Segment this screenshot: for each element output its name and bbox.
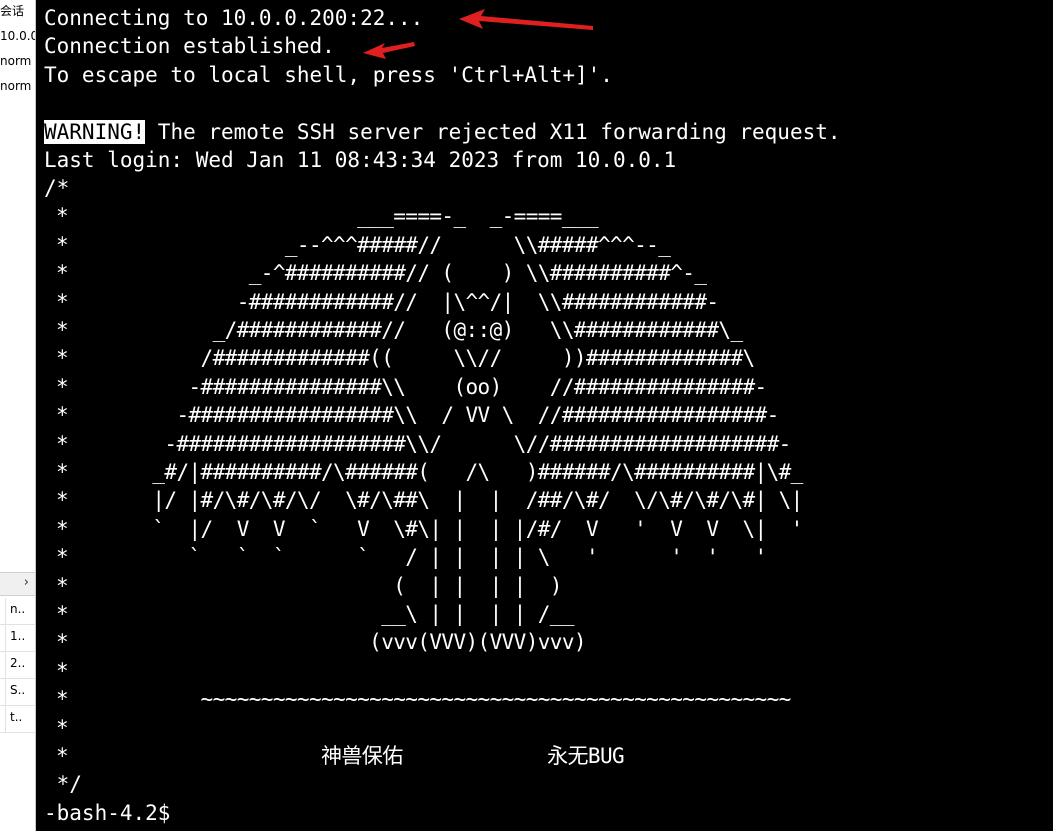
session-sidebar: 会话 10.0.0 norm norm › n.. 1.. 2.. S.. t.… — [0, 0, 36, 831]
ascii-art-line: * — [44, 659, 69, 683]
terminal-line: Connection established. — [44, 34, 335, 58]
session-tree-item[interactable]: 10.0.0 — [0, 25, 35, 50]
terminal-line: Connecting to 10.0.0.200:22... — [44, 6, 424, 30]
list-item[interactable]: n.. — [0, 598, 35, 625]
list-item[interactable]: t.. — [0, 706, 35, 733]
ascii-art-line: * ` ` ` ` / | | | | \ ' ' ' ' — [44, 545, 767, 569]
session-tree-item[interactable]: norm — [0, 50, 35, 75]
sidebar-toolbar: › — [0, 572, 35, 596]
terminal-line: */ — [44, 772, 82, 796]
chevron-right-icon[interactable]: › — [24, 575, 29, 590]
ascii-art-line: * _-^##########// ( ) \\##########^-_ — [44, 261, 707, 285]
ascii-art-line: * -###############\\ (oo) //############… — [44, 375, 767, 399]
list-item[interactable]: S.. — [0, 679, 35, 706]
ascii-art-line: * _/############// (@::@) \\############… — [44, 318, 743, 342]
ascii-art-line: * _#/|##########/\######( /\ )######/\##… — [44, 460, 803, 484]
ascii-art-line: * ~~~~~~~~~~~~~~~~~~~~~~~~~~~~~~~~~~~~~~… — [44, 687, 791, 711]
blessing-line: * 神兽保佑 永无BUG — [44, 744, 625, 768]
terminal-output[interactable]: Connecting to 10.0.0.200:22... Connectio… — [37, 0, 1053, 831]
red-arrow-annotation — [459, 9, 593, 30]
ascii-art-line: * __\ | | | | /__ — [44, 602, 574, 626]
ascii-art-line: * -###################\\/ \//###########… — [44, 432, 791, 456]
arrow-shape — [459, 9, 593, 30]
terminal-line: /* — [44, 176, 70, 200]
ascii-art-line: * ( | | | | ) — [44, 574, 562, 598]
session-tree-item[interactable]: norm — [0, 75, 35, 100]
terminal-line: To escape to local shell, press 'Ctrl+Al… — [44, 63, 613, 87]
ascii-art-line: * |/ |#/\#/\#/\/ \#/\##\ | | /##/\#/ \/\… — [44, 488, 803, 512]
ascii-art-line: * ___====-_ _-====___ — [44, 204, 599, 228]
warning-text: The remote SSH server rejected X11 forwa… — [145, 120, 841, 144]
warning-line: WARNING! The remote SSH server rejected … — [44, 118, 841, 146]
ascii-art-line: * /#############(( \\// ))#############\ — [44, 346, 755, 370]
ascii-art-line: * -############// |\^^/| \\############- — [44, 290, 719, 314]
ascii-art-line: * — [44, 716, 69, 740]
ascii-art-line: * ` |/ V V ` V \#\| | | |/#/ V ' V V \| … — [44, 517, 803, 541]
session-list: n.. 1.. 2.. S.. t.. — [0, 598, 35, 733]
list-item[interactable]: 2.. — [0, 652, 35, 679]
red-arrow-annotation — [363, 42, 415, 59]
shell-prompt[interactable]: -bash-4.2$ — [44, 799, 170, 827]
list-item[interactable]: 1.. — [0, 625, 35, 652]
ascii-art-line: * -#################\\ / VV \ //########… — [44, 403, 779, 427]
arrow-shape — [363, 42, 415, 59]
session-tree: 会话 10.0.0 norm norm — [0, 0, 35, 100]
session-tree-item[interactable]: 会话 — [0, 0, 35, 25]
ascii-art-line: * (vvv(VVV)(VVV)vvv) — [44, 630, 587, 654]
ascii-art-line: * _--^^^#####// \\#####^^^--_ — [44, 233, 671, 257]
warning-badge: WARNING! — [44, 120, 146, 144]
last-login-line: Last login: Wed Jan 11 08:43:34 2023 fro… — [44, 148, 677, 172]
